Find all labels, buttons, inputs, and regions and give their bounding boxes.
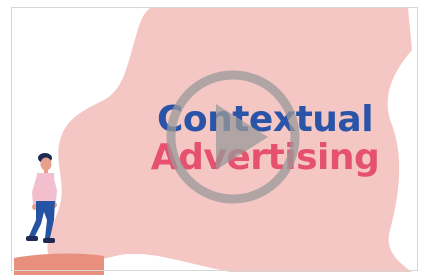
video-player[interactable]: Contextual Advertising xyxy=(0,0,426,275)
play-icon xyxy=(166,70,300,204)
walking-man-illustration xyxy=(26,153,57,243)
play-button[interactable] xyxy=(164,68,302,206)
